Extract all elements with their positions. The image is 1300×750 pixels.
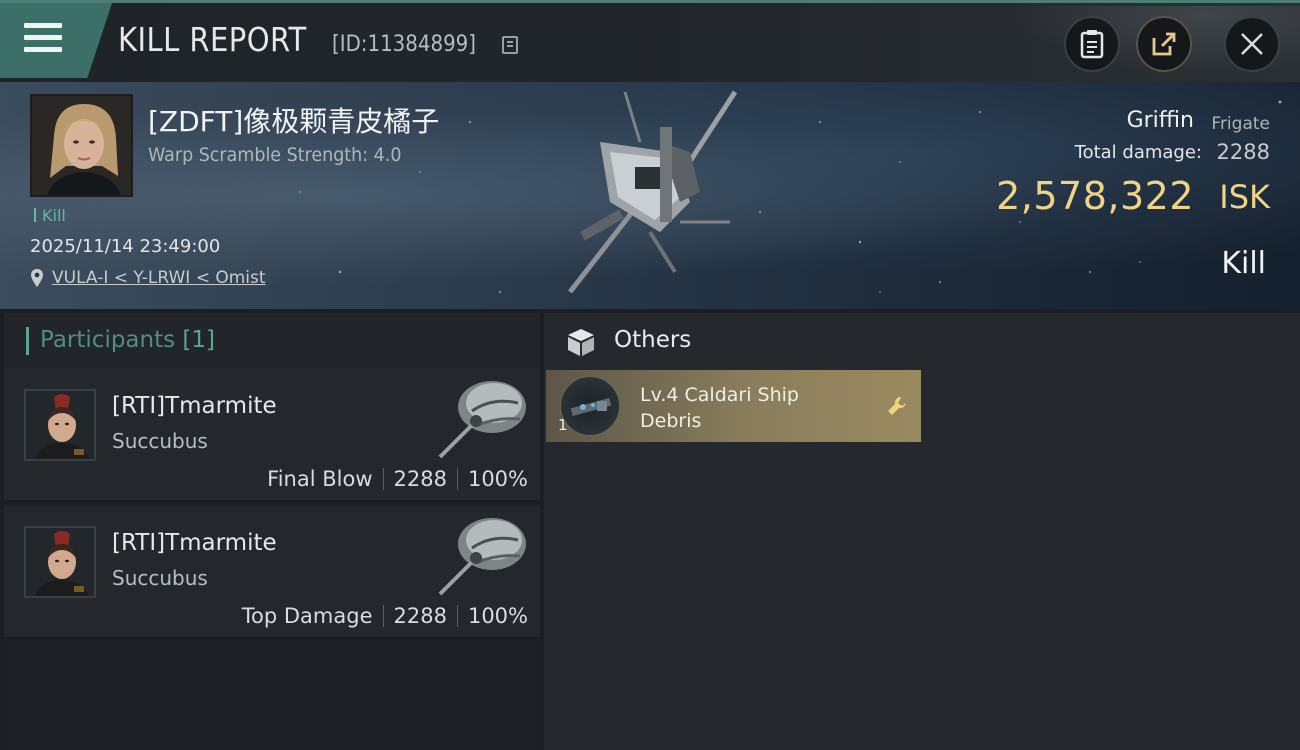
cube-icon [568,329,594,356]
participants-panel: Participants [1] [RTI]Tmarmite Succubus [4,313,540,750]
pilot-avatar [26,391,94,459]
isk-unit: ISK [1219,178,1270,216]
victim-ship-image [568,90,738,294]
victim-portrait[interactable] [30,94,133,197]
kill-location[interactable]: VULA-I < Y-LRWI < Omist [30,268,266,288]
divider [382,468,384,490]
clipboard-button[interactable] [1064,16,1120,72]
participant-stats: Top Damage 2288 100% [242,604,528,628]
participant-row[interactable]: [RTI]Tmarmite Succubus Top Damage 2288 1… [4,506,540,640]
participant-avatar [24,526,96,598]
participant-ship: Succubus [112,429,208,453]
others-title: Others [614,327,692,353]
copy-icon[interactable] [502,36,518,54]
location-text[interactable]: VULA-I < Y-LRWI < Omist [52,268,266,288]
share-button[interactable] [1136,16,1192,72]
participant-role: Final Blow [267,467,373,491]
pilot-avatar [32,96,131,195]
participants-label: Participants [40,327,176,353]
participant-damage: 2288 [393,467,447,491]
participants-title: Participants [1] [40,327,215,353]
victim-ship-class: Frigate [1211,114,1270,134]
report-id: [ID:11384899] [332,32,476,57]
loot-item[interactable]: 1 Lv.4 Caldari Ship Debris [546,370,921,442]
item-icon [560,376,620,436]
isk-value: 2,578,322 [996,174,1194,218]
debris-icon [570,397,612,417]
others-header: Others [544,313,1300,369]
participant-damage: 2288 [393,604,447,628]
participant-percent: 100% [467,604,528,628]
menu-icon [24,23,62,55]
location-pin-icon [31,269,43,287]
kill-tag: Kill [34,206,66,225]
participants-header: Participants [1] [4,313,540,369]
participant-name[interactable]: [RTI]Tmarmite [112,393,277,419]
total-damage-value: 2288 [1216,140,1270,164]
total-damage-label: Total damage: [1074,142,1202,163]
clipboard-icon [1080,30,1104,59]
header-accent-bar [26,327,29,355]
pilot-avatar [26,528,94,596]
divider [456,605,458,627]
share-icon [1152,32,1176,56]
participant-ship-image [438,518,526,596]
participant-name[interactable]: [RTI]Tmarmite [112,530,277,556]
close-icon [1241,33,1263,55]
kill-datetime: 2025/11/14 23:49:00 [30,236,221,257]
divider [456,468,458,490]
victim-name[interactable]: [ZDFT]像极颗青皮橘子 [148,100,439,140]
participant-ship: Succubus [112,566,208,590]
participant-stats: Final Blow 2288 100% [267,467,528,491]
item-name: Lv.4 Caldari Ship Debris [640,384,799,432]
divider [382,605,384,627]
kill-status: Kill [1221,246,1266,281]
participant-ship-image [438,381,526,459]
participant-role: Top Damage [241,604,373,628]
warp-scramble-strength: Warp Scramble Strength: 4.0 [148,144,402,166]
participant-avatar [24,389,96,461]
participant-row[interactable]: [RTI]Tmarmite Succubus Final Blow 2288 1… [4,369,540,503]
victim-ship-name: Griffin [1126,108,1194,133]
wrench-icon[interactable] [885,394,909,418]
item-quantity: 1 [558,416,568,434]
participants-count: [1] [182,327,216,353]
page-title: KILL REPORT [118,20,307,59]
close-button[interactable] [1224,16,1280,72]
participant-percent: 100% [467,467,528,491]
others-panel: Others 1 Lv.4 Caldari Ship Debris [544,313,1300,750]
kill-summary-banner: [ZDFT]像极颗青皮橘子 Warp Scramble Strength: 4.… [0,82,1300,309]
